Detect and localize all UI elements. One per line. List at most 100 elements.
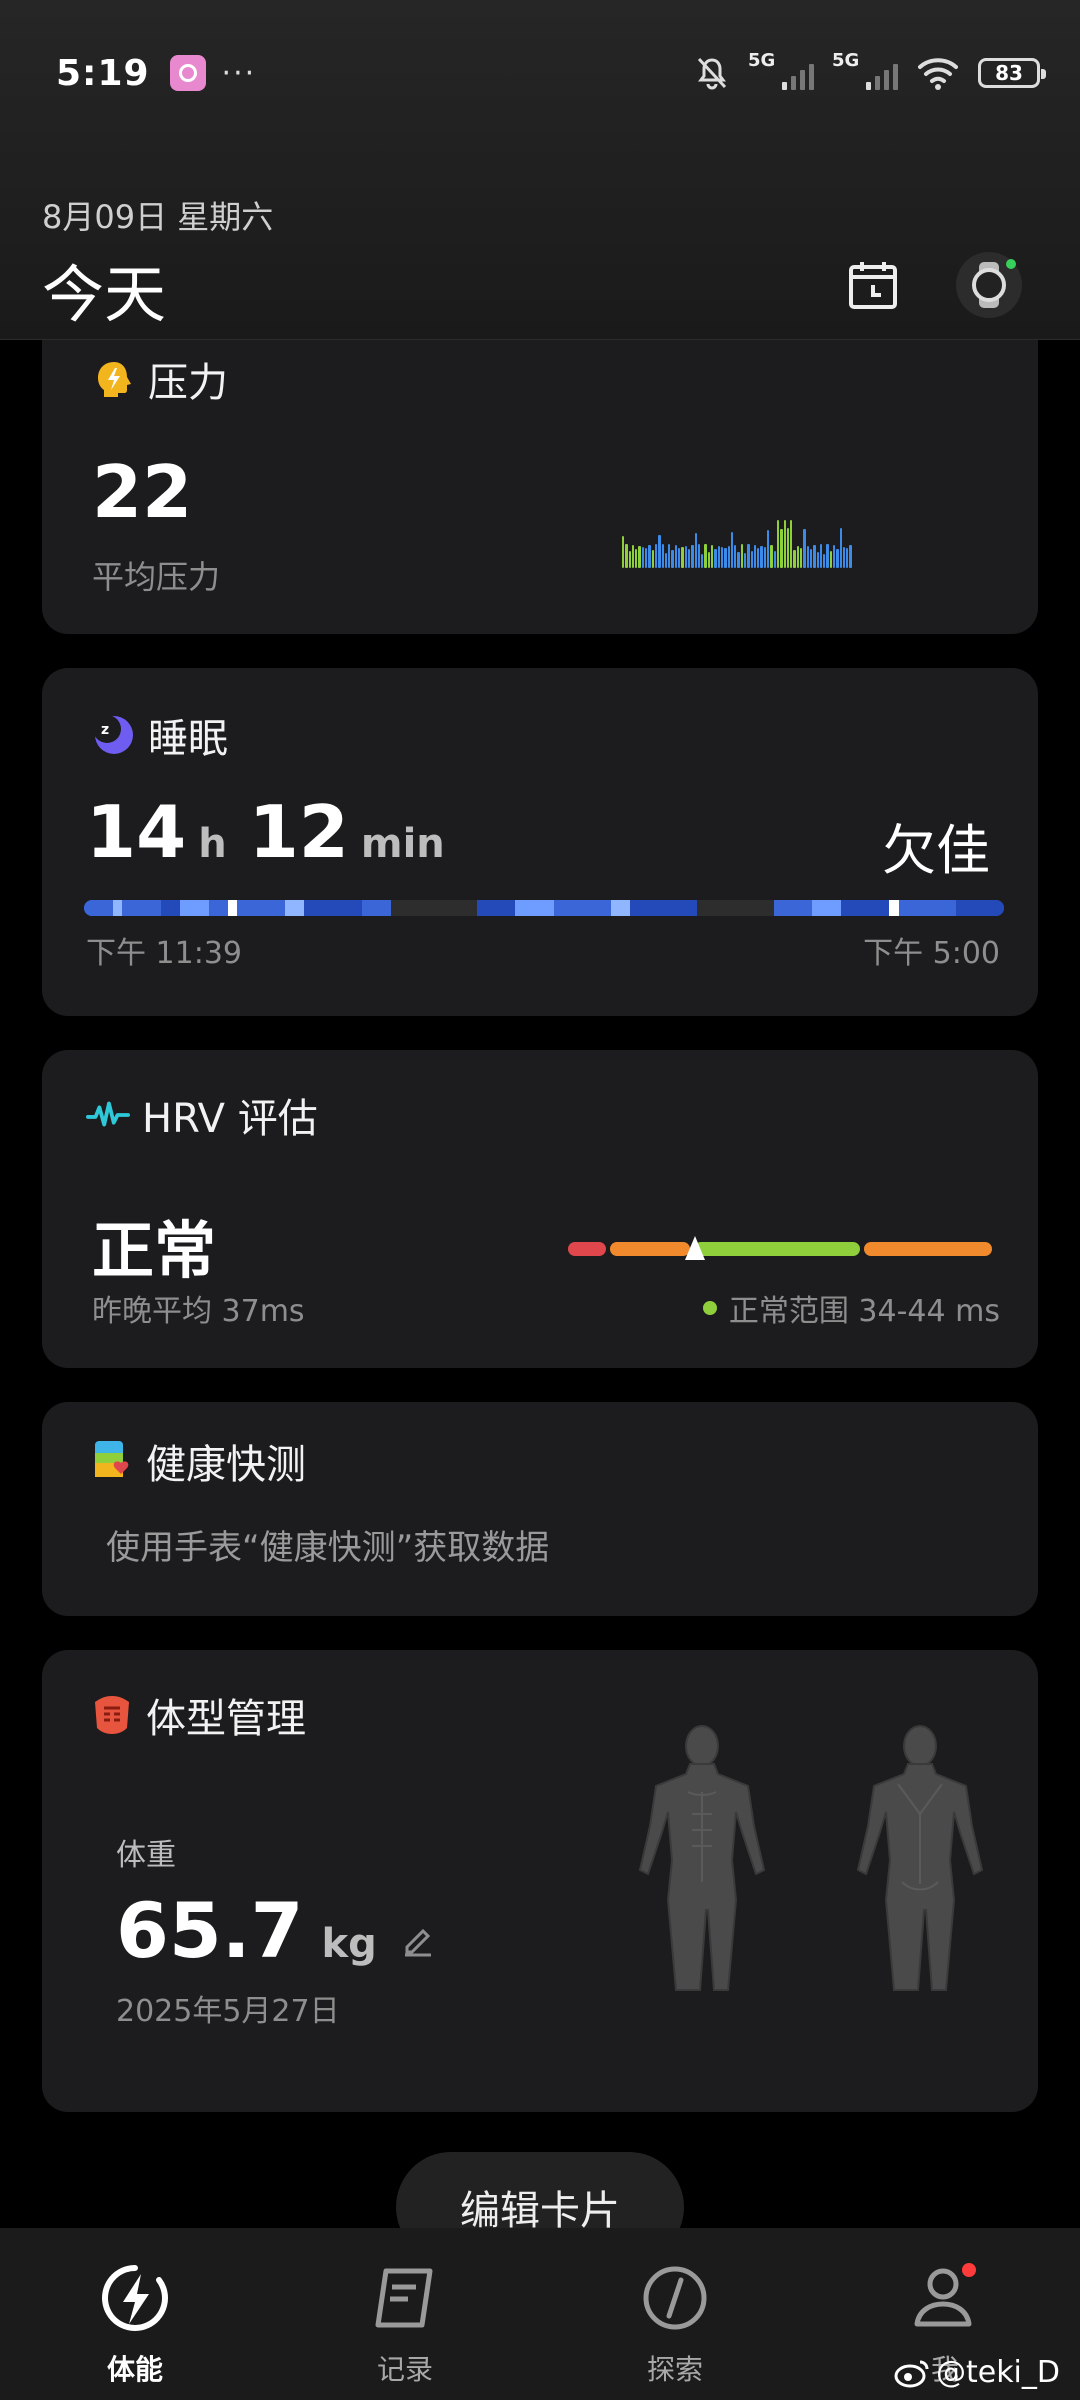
device-button[interactable] xyxy=(954,250,1024,320)
app-notification-icon xyxy=(169,55,206,91)
compass-icon xyxy=(635,2258,715,2338)
stress-bar xyxy=(638,546,641,568)
stress-bar xyxy=(743,553,747,568)
body-shape-card[interactable]: 体型管理 体重 65.7 kg 2025年5月27日 xyxy=(42,1650,1038,2112)
nav-records-label: 记录 xyxy=(376,2353,433,2386)
sleep-stage-segment xyxy=(390,900,477,916)
stress-bar xyxy=(717,546,720,568)
hrv-status: 正常 xyxy=(92,1214,217,1287)
stress-bar xyxy=(654,544,658,568)
stress-bar xyxy=(628,551,631,568)
stress-bar xyxy=(747,544,750,568)
calendar-button[interactable] xyxy=(838,250,908,320)
sleep-stage-segment xyxy=(112,900,123,916)
nav-explore-label: 探索 xyxy=(646,2353,703,2386)
sleep-hours: 14 xyxy=(86,790,187,874)
status-time: 5:19 xyxy=(56,52,150,94)
sleep-stage-segment xyxy=(208,900,228,916)
stress-bar xyxy=(803,529,806,568)
weight-date: 2025年5月27日 xyxy=(116,1994,340,2029)
sleep-card[interactable]: z 睡眠 14 h 12 min 欠佳 下午 11:39 下午 5:00 xyxy=(42,668,1038,1016)
nav-records[interactable]: 记录 xyxy=(270,2228,540,2400)
nav-fitness[interactable]: 体能 xyxy=(0,2228,270,2400)
pencil-icon xyxy=(404,1928,431,1957)
stress-bar xyxy=(809,549,813,568)
sleep-stage-segment xyxy=(611,900,631,916)
body-shape-icon xyxy=(90,1693,134,1737)
stress-bar xyxy=(704,544,707,568)
sleep-hours-unit: h xyxy=(198,821,227,867)
stress-bar xyxy=(711,545,714,568)
stress-bar xyxy=(767,530,770,568)
stress-bar xyxy=(625,544,628,568)
record-icon xyxy=(365,2258,445,2338)
hrv-card[interactable]: HRV 评估 正常 昨晚平均 37ms 正常范围 34-44 ms xyxy=(42,1050,1038,1368)
sleep-stage-segment xyxy=(553,900,612,916)
stress-bar xyxy=(833,545,836,568)
health-check-icon xyxy=(90,1439,134,1483)
sleep-stage-segment xyxy=(476,900,516,916)
stress-bar xyxy=(707,552,711,568)
hrv-normal-range: 正常范围 34-44 ms xyxy=(702,1286,1000,1330)
stress-bar xyxy=(727,546,730,568)
weight-value: 65.7 xyxy=(116,1886,304,1975)
sleep-stage-segment xyxy=(889,900,899,916)
stress-bar xyxy=(730,532,734,568)
stress-bar xyxy=(691,545,694,568)
sleep-stage-segment xyxy=(122,900,161,916)
stress-value: 22 xyxy=(92,450,193,534)
more-notifications-indicator: ··· xyxy=(221,55,257,91)
stress-bar xyxy=(671,550,674,568)
stress-bar xyxy=(806,546,809,568)
body-back-figure[interactable] xyxy=(850,1722,990,2012)
stress-bar xyxy=(846,548,849,568)
stress-bar xyxy=(776,520,780,568)
stress-bar xyxy=(819,544,823,568)
quick-check-card[interactable]: 健康快测 使用手表“健康快测”获取数据 xyxy=(42,1402,1038,1616)
stress-bar xyxy=(790,520,793,568)
stress-bar xyxy=(664,553,668,568)
sleep-stage-segment xyxy=(898,900,957,916)
nav-explore[interactable]: 探索 xyxy=(540,2228,810,2400)
calendar-icon xyxy=(849,262,897,309)
hrv-card-title: HRV 评估 xyxy=(86,1086,318,1144)
sleep-minutes: 12 xyxy=(248,790,349,874)
profile-icon xyxy=(905,2258,985,2338)
body-front-figure[interactable] xyxy=(632,1722,772,2012)
stress-bar xyxy=(839,528,842,568)
stress-caption: 平均压力 xyxy=(92,558,221,596)
sleep-stage-segment xyxy=(812,900,842,916)
stress-bar xyxy=(816,552,819,568)
stress-bar xyxy=(829,551,832,568)
stress-bar xyxy=(836,549,839,568)
notification-dot xyxy=(962,2263,976,2277)
stress-bar xyxy=(687,549,691,568)
sleep-stage-bar xyxy=(84,900,1004,916)
stress-bar xyxy=(641,547,645,568)
sleep-stage-segment xyxy=(630,900,698,916)
stress-bar xyxy=(668,544,671,568)
sleep-stage-segment xyxy=(697,900,774,916)
sleep-stage-segment xyxy=(515,900,554,916)
edit-weight-button[interactable] xyxy=(401,1923,435,1961)
hrv-marker xyxy=(685,1236,706,1260)
stress-bar xyxy=(631,545,635,568)
range-dot-icon xyxy=(702,1301,717,1315)
stress-bar xyxy=(793,550,796,568)
sleep-stage-segment xyxy=(179,900,209,916)
current-date: 8月09日 星期六 xyxy=(42,198,274,236)
stress-bar xyxy=(648,545,651,568)
lightning-head-icon xyxy=(92,357,136,401)
sleep-end-time: 下午 5:00 xyxy=(863,936,1000,971)
stress-bar xyxy=(635,549,638,568)
stress-bar xyxy=(651,550,654,568)
sleep-stage-segment xyxy=(237,900,286,916)
watch-icon xyxy=(956,252,1022,318)
stress-card[interactable]: 压力 22 平均压力 xyxy=(42,300,1038,634)
sleep-stage-segment xyxy=(304,900,362,916)
stress-bar xyxy=(645,548,648,568)
svg-text:z: z xyxy=(101,722,109,738)
quick-check-title: 健康快测 xyxy=(90,1432,306,1490)
nav-fitness-label: 体能 xyxy=(106,2353,163,2386)
weight-display: 65.7 kg xyxy=(116,1886,435,1975)
